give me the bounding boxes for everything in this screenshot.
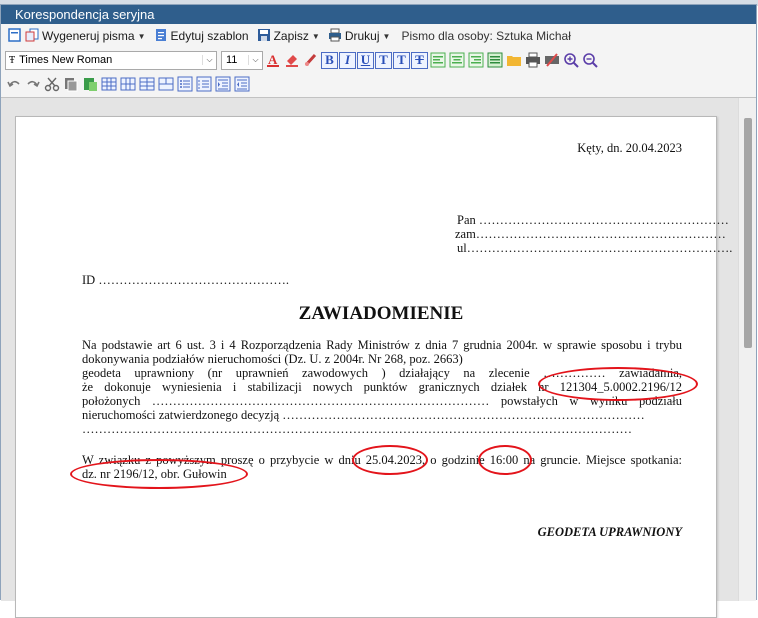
undo-icon[interactable] [5,75,23,93]
open-folder-icon[interactable] [505,51,523,69]
generate-letters-icon [25,28,39,45]
insert-row-icon[interactable] [138,75,156,93]
indent-increase-icon[interactable] [214,75,232,93]
parcel-number-annotation [538,367,698,401]
clear-format-button[interactable] [302,51,320,69]
document-id-line: ID ………………………………………. [82,273,289,287]
recipient-street-line: ul………………………………………………………. [457,241,733,255]
paragraph-line: …………………………………………………………………………………………………………… [82,422,632,436]
font-type-icon: Ŧ [9,54,16,66]
font-size-value: 11 [226,54,238,66]
superscript-button[interactable]: T [375,51,392,69]
paragraph-line: dokonywania podziałów nieruchomości (Dz.… [82,352,463,366]
document-editor-area[interactable]: Kęty, dn. 20.04.2023 Pan ………………………………………… [1,97,756,618]
align-justify-icon[interactable] [486,51,504,69]
zoom-out-icon[interactable] [581,51,599,69]
recipient-name-line: Pan …………………………………………………… [457,213,729,227]
format-toolbar: Ŧ Times New Roman ⌵ 11 ⌵ A B I U T T T [1,48,756,72]
subscript-button[interactable]: T [393,51,410,69]
paragraph-line: nieruchomości zatwierdzonego decyzją ………… [82,408,645,422]
table-icon[interactable] [100,75,118,93]
meeting-location-annotation [70,459,248,489]
edit-template-button[interactable]: Edytuj szablon [151,28,252,45]
save-button[interactable]: Zapisz ▼ [254,28,323,45]
bold-button[interactable]: B [321,51,338,69]
print-label: Drukuj [344,29,380,43]
chevron-down-icon: ▼ [137,31,146,41]
document-heading: ZAWIADOMIENIE [298,303,464,324]
edit-toolbar [1,72,756,96]
cut-icon[interactable] [43,75,61,93]
underline-button[interactable]: U [357,51,374,69]
window-title: Korespondencja seryjna [1,5,756,24]
document-icon [8,27,22,45]
svg-text:A: A [268,52,278,67]
meeting-date-annotation [352,445,428,475]
generate-letters-label: Wygeneruj pisma [42,29,135,43]
recipient-address-line: zam…………………………………………………… [455,227,726,241]
print-preview-icon[interactable] [543,51,561,69]
font-family-select[interactable]: Ŧ Times New Roman ⌵ [5,50,217,70]
chevron-down-icon: ⌵ [248,55,262,65]
floppy-disk-icon [257,28,271,45]
paste-icon[interactable] [81,75,99,93]
font-family-value: Times New Roman [19,54,113,66]
chevron-down-icon: ⌵ [202,55,216,65]
signature-label: GEODETA UPRAWNIONY [537,525,682,539]
print-button[interactable]: Drukuj ▼ [325,28,394,45]
indent-decrease-icon[interactable] [233,75,251,93]
vertical-scrollbar[interactable] [738,98,756,601]
copy-icon[interactable] [62,75,80,93]
edit-template-label: Edytuj szablon [170,29,249,43]
align-left-icon[interactable] [429,51,447,69]
font-size-select[interactable]: 11 ⌵ [221,50,263,70]
redo-icon[interactable] [24,75,42,93]
strikethrough-button[interactable]: T [411,51,428,69]
edit-template-icon [154,28,168,45]
highlight-button[interactable] [283,51,301,69]
place-date: Kęty, dn. 20.04.2023 [577,141,682,155]
scrollbar-thumb[interactable] [744,118,752,348]
paragraph-line: Na podstawie art 6 ust. 3 i 4 Rozporządz… [82,338,682,352]
printer-icon[interactable] [524,51,542,69]
numbered-list-icon[interactable] [195,75,213,93]
letter-page[interactable]: Kęty, dn. 20.04.2023 Pan ………………………………………… [15,116,732,618]
zoom-in-icon[interactable] [562,51,580,69]
font-color-button[interactable]: A [264,51,282,69]
chevron-down-icon: ▼ [311,31,320,41]
printer-icon [328,28,342,45]
meeting-time-annotation [478,445,532,475]
bullet-list-icon[interactable] [176,75,194,93]
chevron-down-icon: ▼ [382,31,391,41]
serial-correspondence-window: Korespondencja seryjna Wygeneruj pisma ▼… [0,4,757,618]
menu-bar: Wygeneruj pisma ▼ Edytuj szablon Zapisz … [1,24,756,48]
merge-cells-icon[interactable] [157,75,175,93]
letter-recipient-label: Pismo dla osoby: Sztuka Michał [401,29,571,43]
insert-column-icon[interactable] [119,75,137,93]
save-label: Zapisz [273,29,309,43]
italic-button[interactable]: I [339,51,356,69]
generate-letters-button[interactable]: Wygeneruj pisma ▼ [5,27,149,45]
align-center-icon[interactable] [448,51,466,69]
align-right-icon[interactable] [467,51,485,69]
